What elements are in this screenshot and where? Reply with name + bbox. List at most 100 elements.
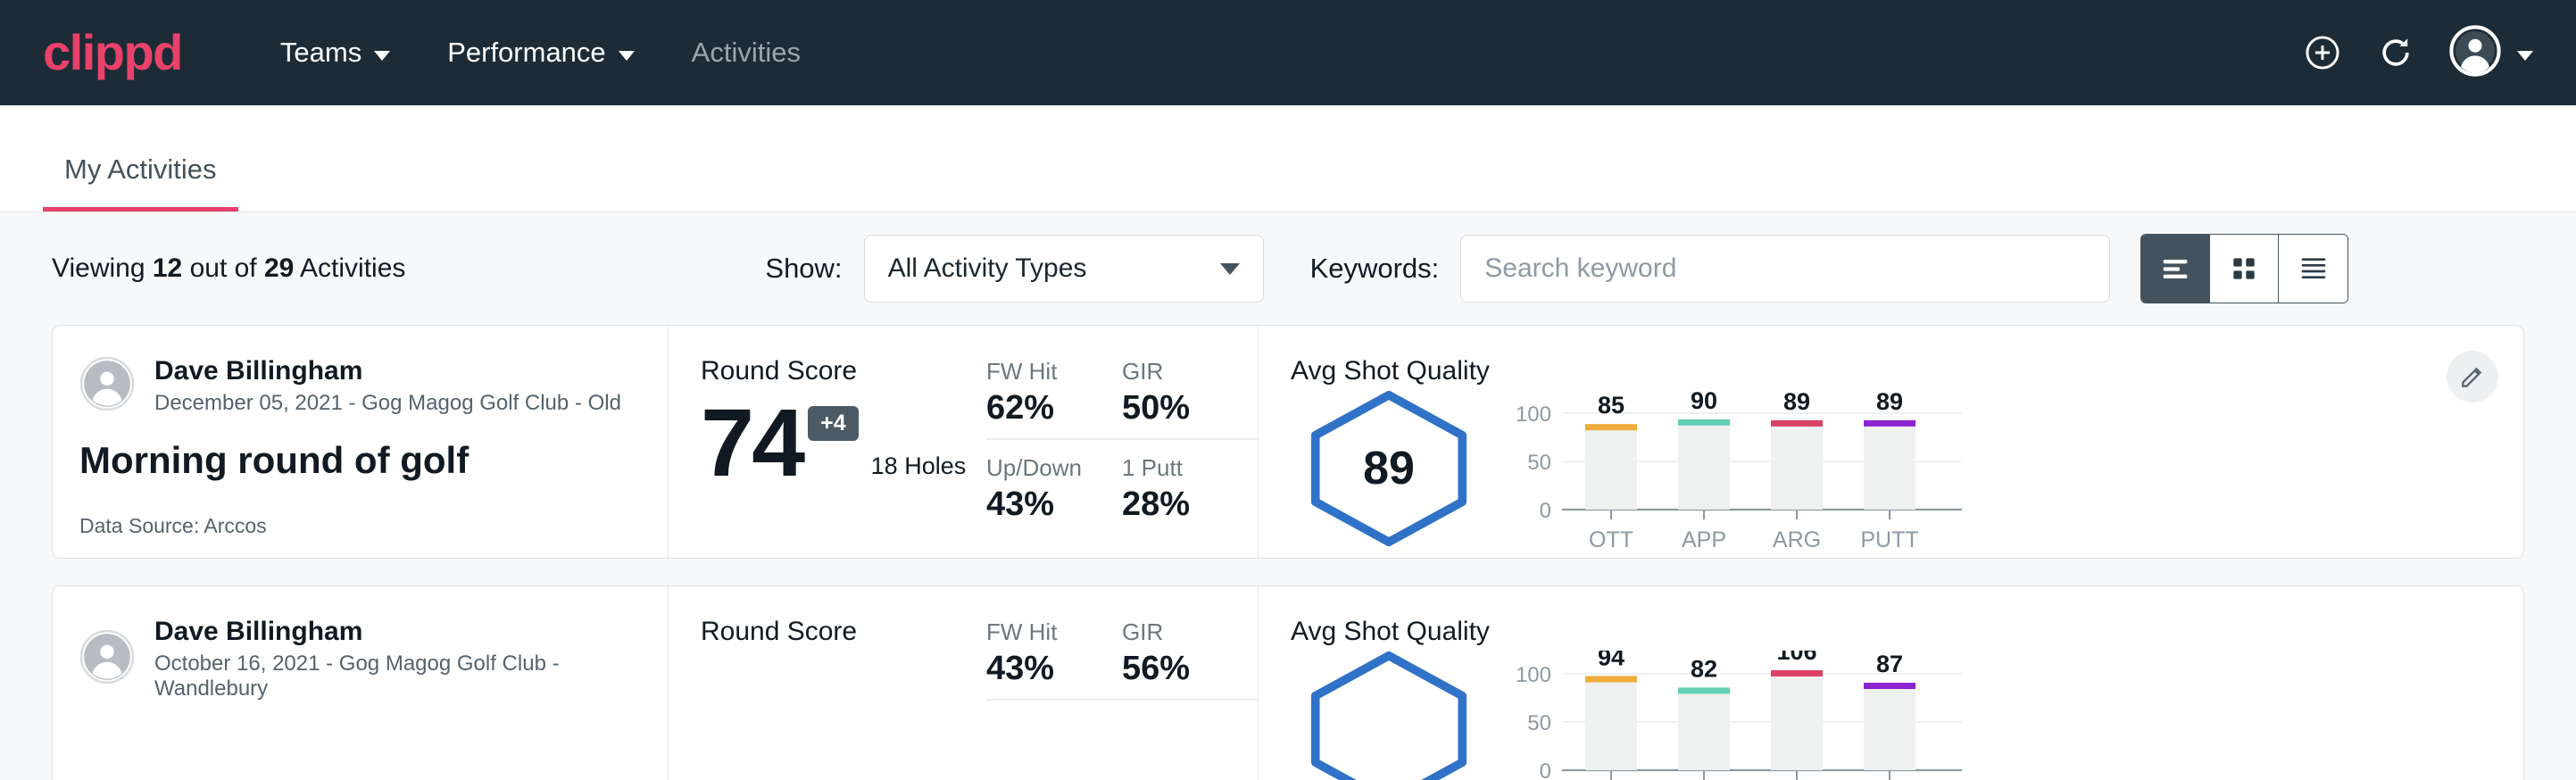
nav-item-performance-label: Performance bbox=[447, 37, 605, 69]
stat-label: FW Hit bbox=[986, 358, 1122, 386]
round-score-label: Round Score bbox=[701, 356, 986, 386]
svg-text:94: 94 bbox=[1598, 651, 1625, 670]
nav-item-teams-label: Teams bbox=[280, 37, 361, 69]
shot-quality-bar-chart: 05010094OTT82APP106ARG87PUTT bbox=[1507, 651, 1971, 780]
account-menu[interactable] bbox=[2449, 25, 2533, 81]
stat-label: GIR bbox=[1122, 618, 1258, 646]
primary-nav: Teams Performance Activities bbox=[252, 37, 829, 69]
round-score-label: Round Score bbox=[701, 617, 986, 647]
show-filter-group: Show: All Activity Types bbox=[765, 235, 1263, 303]
svg-text:PUTT: PUTT bbox=[1860, 527, 1918, 552]
stat-value: 50% bbox=[1122, 389, 1258, 427]
avg-shot-quality-label: Avg Shot Quality bbox=[1291, 617, 2523, 647]
svg-text:50: 50 bbox=[1527, 451, 1551, 475]
chevron-down-icon bbox=[1220, 263, 1240, 275]
avg-shot-quality-value: 89 bbox=[1363, 442, 1415, 495]
viewing-total: 29 bbox=[264, 253, 294, 283]
stat-label: Up/Down bbox=[986, 454, 1122, 482]
avatar bbox=[79, 356, 135, 416]
stat-1-putt: 1 Putt 28% bbox=[1122, 454, 1258, 535]
activity-type-select-value: All Activity Types bbox=[888, 253, 1087, 284]
svg-text:0: 0 bbox=[1540, 499, 1551, 523]
nav-actions bbox=[2303, 25, 2533, 81]
stat-fw-hit: FW Hit 43% bbox=[986, 618, 1122, 701]
stat-gir: GIR 56% bbox=[1122, 618, 1258, 701]
stat-label: 1 Putt bbox=[1122, 454, 1258, 482]
player-name: Dave Billingham bbox=[154, 617, 668, 647]
activity-card-list: Dave Billingham December 05, 2021 - Gog … bbox=[0, 325, 2576, 780]
avg-shot-quality-hexagon bbox=[1291, 651, 1487, 780]
viewing-summary: Viewing 12 out of 29 Activities bbox=[52, 253, 405, 284]
stat-value: 43% bbox=[986, 485, 1122, 524]
activity-meta: December 05, 2021 - Gog Magog Golf Club … bbox=[154, 391, 621, 416]
score-differential-badge: +4 bbox=[808, 406, 859, 441]
nav-item-activities[interactable]: Activities bbox=[663, 37, 829, 69]
top-navigation-bar: clippd Teams Performance Activities bbox=[0, 0, 2576, 105]
stat-gir: GIR 50% bbox=[1122, 358, 1258, 440]
stat-value: 62% bbox=[986, 389, 1122, 427]
activity-summary: Dave Billingham December 05, 2021 - Gog … bbox=[53, 326, 669, 558]
svg-text:90: 90 bbox=[1691, 390, 1717, 414]
avg-shot-quality-section: Avg Shot Quality 89 0 50 100 85 OTT 90 APP 89 AR… bbox=[1258, 326, 2523, 558]
stat-fw-hit: FW Hit 62% bbox=[986, 358, 1122, 440]
viewing-suffix: Activities bbox=[294, 253, 405, 283]
svg-text:82: 82 bbox=[1691, 655, 1717, 682]
svg-text:87: 87 bbox=[1876, 651, 1903, 677]
nav-item-performance[interactable]: Performance bbox=[419, 37, 662, 69]
activity-card[interactable]: Dave Billingham December 05, 2021 - Gog … bbox=[52, 325, 2524, 559]
filter-toolbar: Viewing 12 out of 29 Activities Show: Al… bbox=[0, 212, 2576, 325]
svg-text:85: 85 bbox=[1598, 392, 1625, 419]
plus-circle-icon[interactable] bbox=[2303, 33, 2342, 72]
activity-summary: Dave Billingham October 16, 2021 - Gog M… bbox=[53, 586, 669, 780]
stat-grid: FW Hit 62% Up/Down 43% GIR 50% 1 Putt bbox=[986, 358, 1258, 558]
round-score-value: 74 bbox=[701, 397, 802, 489]
stat-value: 43% bbox=[986, 650, 1122, 688]
svg-text:ARG: ARG bbox=[1773, 527, 1821, 552]
stat-label: GIR bbox=[1122, 358, 1258, 386]
svg-text:89: 89 bbox=[1783, 390, 1810, 415]
svg-text:100: 100 bbox=[1516, 663, 1551, 687]
avatar bbox=[79, 629, 135, 689]
stat-value: 28% bbox=[1122, 485, 1258, 524]
svg-text:50: 50 bbox=[1527, 711, 1551, 735]
edit-activity-button[interactable] bbox=[2447, 351, 2498, 402]
search-input[interactable] bbox=[1460, 235, 2110, 303]
score-section: Round Score 74 +4 18 Holes FW Hit 62% Up… bbox=[669, 326, 1258, 558]
stat-label: FW Hit bbox=[986, 618, 1122, 646]
svg-text:100: 100 bbox=[1516, 402, 1551, 427]
viewing-count: 12 bbox=[153, 253, 182, 283]
viewing-prefix: Viewing bbox=[52, 253, 153, 283]
svg-text:0: 0 bbox=[1540, 759, 1551, 780]
compact-view-button[interactable] bbox=[2279, 235, 2347, 303]
nav-item-activities-label: Activities bbox=[692, 37, 801, 69]
clippd-logo[interactable]: clippd bbox=[43, 28, 182, 78]
account-circle-icon bbox=[2449, 25, 2501, 81]
player-name: Dave Billingham bbox=[154, 356, 621, 386]
player-row: Dave Billingham October 16, 2021 - Gog M… bbox=[79, 617, 668, 701]
shot-quality-bar-chart: 05010085OTT90APP89ARG89PUTT bbox=[1507, 390, 1971, 569]
avg-shot-quality-label: Avg Shot Quality bbox=[1291, 356, 2523, 386]
refresh-icon[interactable] bbox=[2376, 33, 2415, 72]
score-section: Round Score FW Hit 43% GIR 56% bbox=[669, 586, 1258, 780]
stat-up-down: Up/Down 43% bbox=[986, 454, 1122, 535]
svg-text:OTT: OTT bbox=[1589, 527, 1633, 552]
data-source: Data Source: Arccos bbox=[79, 514, 668, 538]
svg-text:APP: APP bbox=[1682, 527, 1726, 552]
grid-view-button[interactable] bbox=[2210, 235, 2279, 303]
chevron-down-icon bbox=[374, 51, 390, 61]
tab-bar: My Activities bbox=[0, 105, 2576, 212]
viewing-mid: out of bbox=[182, 253, 264, 283]
tab-my-activities[interactable]: My Activities bbox=[43, 154, 238, 212]
nav-item-teams[interactable]: Teams bbox=[252, 37, 419, 69]
chevron-down-icon bbox=[619, 51, 635, 61]
list-view-button[interactable] bbox=[2141, 235, 2210, 303]
stat-grid: FW Hit 43% GIR 56% bbox=[986, 618, 1258, 780]
stat-value: 56% bbox=[1122, 650, 1258, 688]
activity-type-select[interactable]: All Activity Types bbox=[864, 235, 1264, 303]
activity-meta: October 16, 2021 - Gog Magog Golf Club -… bbox=[154, 651, 668, 701]
chevron-down-icon bbox=[2517, 51, 2533, 61]
activity-title: Morning round of golf bbox=[79, 439, 668, 482]
activity-card[interactable]: Dave Billingham October 16, 2021 - Gog M… bbox=[52, 585, 2524, 780]
keywords-filter-group: Keywords: bbox=[1310, 235, 2111, 303]
player-row: Dave Billingham December 05, 2021 - Gog … bbox=[79, 356, 668, 416]
